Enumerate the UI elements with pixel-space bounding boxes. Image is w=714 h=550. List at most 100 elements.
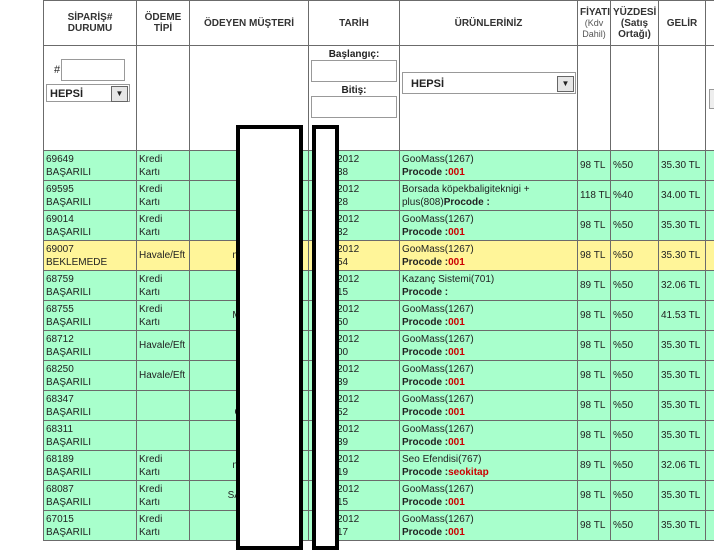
status-select[interactable]: HEPSİ▼	[46, 84, 130, 102]
status-filter-cell: # HEPSİ▼	[44, 46, 137, 151]
order-id[interactable]: 68250	[46, 364, 74, 375]
payment-cell: Havale/Eft	[137, 361, 190, 391]
product-cell: Borsada köpekbaligiteknigi +plus(808)Pro…	[400, 181, 578, 211]
product-cell: GooMass(1267)Procode :001	[400, 391, 578, 421]
start-date-input[interactable]	[311, 60, 397, 82]
payment-cell: KrediKartı	[137, 301, 190, 331]
order-status: BAŞARILI	[46, 377, 91, 388]
order-status: BAŞARILI	[46, 227, 91, 238]
extra-cell	[706, 481, 714, 511]
order-id[interactable]: 69649	[46, 154, 74, 165]
price-cell: 118 TL	[578, 181, 611, 211]
order-id[interactable]: 68189	[46, 454, 74, 465]
table-row: 69014BAŞARILI KrediKartı meh 201232 GooM…	[44, 211, 714, 241]
order-status: BEKLEMEDE	[46, 257, 107, 268]
procode-label: Procode :	[402, 497, 448, 508]
product-cell: GooMass(1267)Procode :001	[400, 331, 578, 361]
procode-value: 001	[448, 317, 465, 328]
procode-label: Procode :	[402, 227, 448, 238]
header-row: SİPARİŞ#DURUMU ÖDEMETİPİ ÖDEYEN MÜŞTERİ …	[44, 1, 714, 46]
order-id[interactable]: 68347	[46, 394, 74, 405]
col-percent-header[interactable]: YÜZDESİ(SatışOrtağı)	[611, 1, 659, 46]
order-id[interactable]: 69007	[46, 244, 74, 255]
payment-cell: KrediKartı	[137, 181, 190, 211]
order-id[interactable]: 68712	[46, 334, 74, 345]
chevron-down-icon: ▼	[111, 86, 128, 102]
percent-cell: %50	[611, 331, 659, 361]
order-id[interactable]: 69595	[46, 184, 74, 195]
order-id[interactable]: 68759	[46, 274, 74, 285]
price-cell: 98 TL	[578, 481, 611, 511]
payment-cell: Havale/Eft	[137, 241, 190, 271]
procode-label: Procode :	[402, 527, 448, 538]
order-id[interactable]: 68311	[46, 424, 73, 435]
order-id[interactable]: 68755	[46, 304, 74, 315]
edge-filter-button[interactable]	[709, 89, 714, 109]
product-select[interactable]: HEPSİ▼	[402, 72, 576, 94]
payment-cell: KrediKartı	[137, 211, 190, 241]
extra-cell	[706, 391, 714, 421]
table-row: 69649BAŞARILI KrediKartı Vo 201238 GooMa…	[44, 151, 714, 181]
percent-filter-cell	[611, 46, 659, 151]
table-row: 68347BAŞARILI ÇÖZGU 201252 GooMass(1267)…	[44, 391, 714, 421]
price-cell: 98 TL	[578, 391, 611, 421]
product-cell: GooMass(1267)Procode :001	[400, 241, 578, 271]
col-status-header[interactable]: SİPARİŞ#DURUMU	[44, 1, 137, 46]
table-row: 68311BAŞARILI sey 201239 GooMass(1267)Pr…	[44, 421, 714, 451]
product-cell: GooMass(1267)Procode :001	[400, 151, 578, 181]
price-cell: 89 TL	[578, 271, 611, 301]
percent-cell: %50	[611, 361, 659, 391]
order-status: BAŞARILI	[46, 467, 91, 478]
price-filter-cell	[578, 46, 611, 151]
extra-cell	[706, 241, 714, 271]
percent-cell: %50	[611, 391, 659, 421]
order-id-input[interactable]	[61, 59, 125, 81]
redaction-box-date	[312, 125, 339, 550]
price-cell: 98 TL	[578, 331, 611, 361]
procode-label: Procode :	[402, 257, 448, 268]
percent-cell: %50	[611, 241, 659, 271]
status-cell: 68189 BAŞARILI	[44, 451, 137, 481]
table-row: 68189BAŞARILI KrediKartı mehme 201219 Se…	[44, 451, 714, 481]
procode-value: 001	[448, 227, 465, 238]
product-cell: GooMass(1267)Procode :001	[400, 481, 578, 511]
col-date-header[interactable]: TARİH	[309, 1, 400, 46]
col-income-header[interactable]: GELİR	[659, 1, 706, 46]
procode-value: 001	[448, 257, 465, 268]
table-row: 68087BAŞARILI KrediKartı SAMARR 201215 G…	[44, 481, 714, 511]
status-cell: 69649BAŞARILI	[44, 151, 137, 181]
order-status: BAŞARILI	[46, 527, 91, 538]
income-cell: 35.30 TL	[659, 481, 706, 511]
order-id[interactable]: 68087	[46, 484, 74, 495]
col-extra-header	[706, 1, 714, 46]
hash-label: #	[54, 64, 60, 76]
table-row: 69595BAŞARILI KrediKartı HAKA 201228 Bor…	[44, 181, 714, 211]
procode-label: Procode :	[402, 347, 448, 358]
col-customer-header[interactable]: ÖDEYEN MÜŞTERİ	[190, 1, 309, 46]
table-row: 68755BAŞARILI KrediKartı Muham 201250 Go…	[44, 301, 714, 331]
payment-cell: KrediKartı	[137, 481, 190, 511]
status-cell: 69595BAŞARILI	[44, 181, 137, 211]
payment-cell: KrediKartı	[137, 451, 190, 481]
status-cell: 68087BAŞARILI	[44, 481, 137, 511]
order-id[interactable]: 67015	[46, 514, 74, 525]
income-cell: 32.06 TL	[659, 271, 706, 301]
extra-cell	[706, 151, 714, 181]
procode-value: 001	[448, 437, 465, 448]
payment-cell	[137, 421, 190, 451]
col-products-header[interactable]: ÜRÜNLERİNİZ	[400, 1, 578, 46]
income-filter-cell	[659, 46, 706, 151]
order-status: BAŞARILI	[46, 287, 91, 298]
col-price-header[interactable]: FİYATI(KdvDahil)	[578, 1, 611, 46]
order-status: BAŞARILI	[46, 347, 91, 358]
extra-cell	[706, 511, 714, 541]
percent-cell: %50	[611, 451, 659, 481]
price-cell: 98 TL	[578, 151, 611, 181]
order-id[interactable]: 69014	[46, 214, 74, 225]
col-payment-header[interactable]: ÖDEMETİPİ	[137, 1, 190, 46]
end-date-input[interactable]	[311, 96, 397, 118]
status-cell: 68311BAŞARILI	[44, 421, 137, 451]
procode-label: Procode :	[402, 377, 448, 388]
product-cell: Kazanç Sistemi(701)Procode :	[400, 271, 578, 301]
table-row: 68250BAŞARILI Havale/Eft fatma 201239 Go…	[44, 361, 714, 391]
